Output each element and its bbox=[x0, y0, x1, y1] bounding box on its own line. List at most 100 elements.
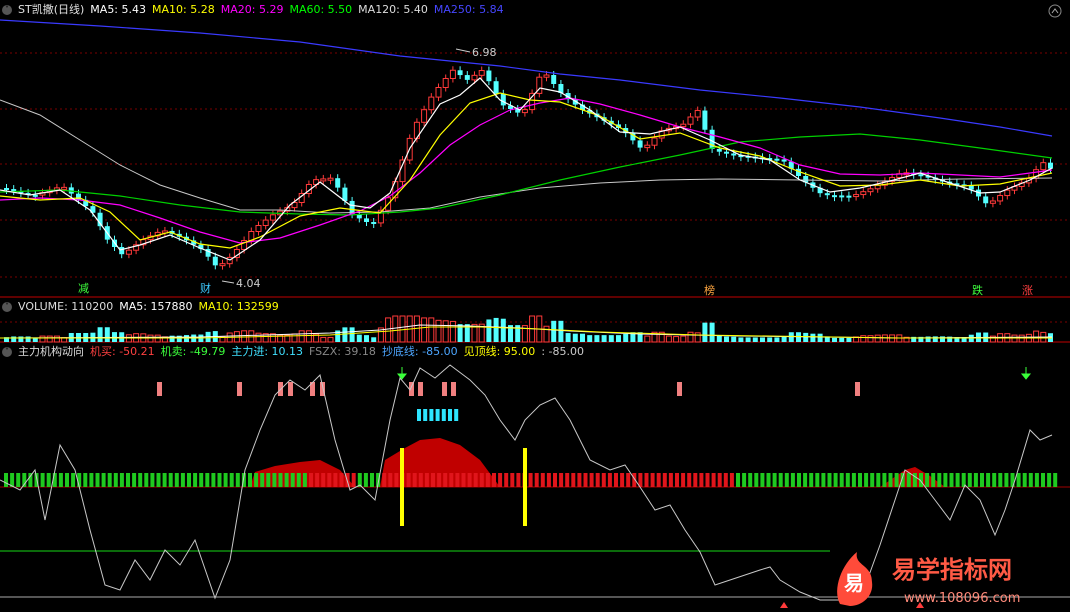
signal-bar bbox=[797, 473, 801, 487]
volume-bar bbox=[881, 334, 888, 343]
signal-fall[interactable]: 跌 bbox=[972, 283, 983, 297]
signal-bar bbox=[327, 473, 332, 487]
volume-bar bbox=[767, 337, 773, 342]
signal-bar bbox=[248, 473, 252, 487]
candle-body bbox=[860, 191, 867, 196]
candle-body bbox=[364, 218, 369, 222]
candle-body bbox=[371, 222, 377, 224]
red-area-1 bbox=[250, 460, 355, 487]
volume-bar bbox=[781, 336, 787, 342]
volume-bar bbox=[342, 327, 348, 342]
candle-body bbox=[32, 194, 38, 197]
volume-bar bbox=[551, 320, 557, 342]
signal-bar bbox=[199, 473, 204, 487]
high-marker bbox=[455, 48, 471, 53]
candle-body bbox=[457, 70, 463, 76]
signal-bar bbox=[760, 473, 765, 487]
volume-bar bbox=[932, 336, 938, 342]
candle-body bbox=[435, 87, 442, 98]
volume-bar bbox=[587, 335, 593, 342]
signal-bar bbox=[223, 473, 228, 487]
inflow-bar bbox=[454, 409, 459, 421]
signal-bar bbox=[205, 473, 210, 487]
signal-bar bbox=[662, 473, 667, 487]
signal-bar bbox=[144, 473, 149, 487]
signal-bar bbox=[973, 473, 978, 487]
signal-bar bbox=[58, 473, 63, 487]
candle-body bbox=[824, 193, 830, 196]
inflow-bar bbox=[448, 409, 452, 421]
inflow-bar bbox=[417, 409, 421, 421]
volume-bar bbox=[154, 334, 161, 343]
signal-bar bbox=[894, 473, 899, 487]
volume-bar bbox=[46, 335, 53, 343]
signal-bar bbox=[778, 473, 783, 487]
candle-body bbox=[832, 195, 837, 198]
volume-bar bbox=[442, 320, 449, 343]
signal-bar bbox=[382, 473, 387, 487]
signal-bar bbox=[815, 473, 820, 487]
signal-bar bbox=[864, 473, 869, 487]
signal-bar bbox=[851, 473, 856, 487]
signal-bar bbox=[187, 473, 191, 487]
signal-list[interactable]: 榜 bbox=[704, 283, 715, 297]
signal-bar bbox=[217, 473, 222, 487]
candle-body bbox=[1040, 162, 1047, 171]
signal-bar bbox=[1047, 473, 1052, 487]
signal-bar bbox=[845, 473, 850, 487]
volume-bar bbox=[291, 333, 298, 343]
price-high-label: 6.98 bbox=[472, 46, 497, 59]
candle-body bbox=[918, 174, 924, 177]
signal-reduce[interactable]: 减 bbox=[78, 282, 89, 295]
signal-bar bbox=[235, 473, 240, 487]
signal-bar bbox=[1041, 473, 1045, 487]
signal-bar bbox=[955, 473, 960, 487]
watermark-logo-char: 易 bbox=[844, 571, 864, 595]
signal-bar bbox=[412, 473, 417, 487]
signal-bar bbox=[150, 473, 155, 487]
signal-bar bbox=[16, 473, 21, 487]
volume-bar bbox=[623, 333, 629, 342]
signal-bar bbox=[668, 473, 673, 487]
volume-bar bbox=[760, 337, 765, 342]
inflow-bar bbox=[441, 409, 446, 421]
signal-bar bbox=[113, 473, 118, 487]
volume-bar bbox=[774, 337, 780, 342]
signal-bar bbox=[516, 473, 521, 487]
volume-bar bbox=[565, 333, 571, 342]
signal-bar bbox=[607, 473, 612, 487]
signal-bar bbox=[321, 473, 326, 487]
signal-bar bbox=[681, 473, 686, 487]
candle-body bbox=[983, 196, 989, 204]
volume-bar bbox=[860, 335, 867, 343]
ma20-line bbox=[0, 97, 1053, 244]
ma250-line bbox=[0, 19, 1053, 137]
signal-bar bbox=[156, 473, 161, 487]
volume-bar bbox=[803, 332, 809, 342]
volume-bar bbox=[385, 317, 392, 343]
candle-body bbox=[61, 186, 68, 190]
volume-bar bbox=[731, 336, 737, 342]
signal-bar bbox=[925, 473, 930, 487]
signal-bar bbox=[827, 473, 832, 487]
signal-finance[interactable]: 财 bbox=[200, 281, 211, 295]
chart-canvas[interactable]: 6.98 4.04 减 财 榜 跌 涨 bbox=[0, 0, 1070, 612]
signal-rise[interactable]: 涨 bbox=[1022, 284, 1033, 297]
signal-bar bbox=[424, 473, 429, 487]
signal-bar bbox=[498, 473, 503, 487]
signal-bar bbox=[559, 473, 564, 487]
signal-bar bbox=[290, 473, 295, 487]
signal-bar bbox=[394, 473, 399, 487]
signal-bar bbox=[65, 473, 69, 487]
volume-bar bbox=[580, 333, 585, 342]
candle-body bbox=[774, 158, 780, 161]
candle-body bbox=[493, 81, 499, 94]
candle-body bbox=[478, 70, 485, 76]
candle-body bbox=[839, 195, 845, 198]
signal-bar bbox=[437, 473, 442, 487]
volume-bar bbox=[1018, 334, 1025, 343]
candle-body bbox=[335, 178, 341, 188]
volume-bar bbox=[371, 337, 377, 342]
expand-icon[interactable] bbox=[1048, 4, 1062, 18]
signal-bar bbox=[272, 473, 277, 487]
